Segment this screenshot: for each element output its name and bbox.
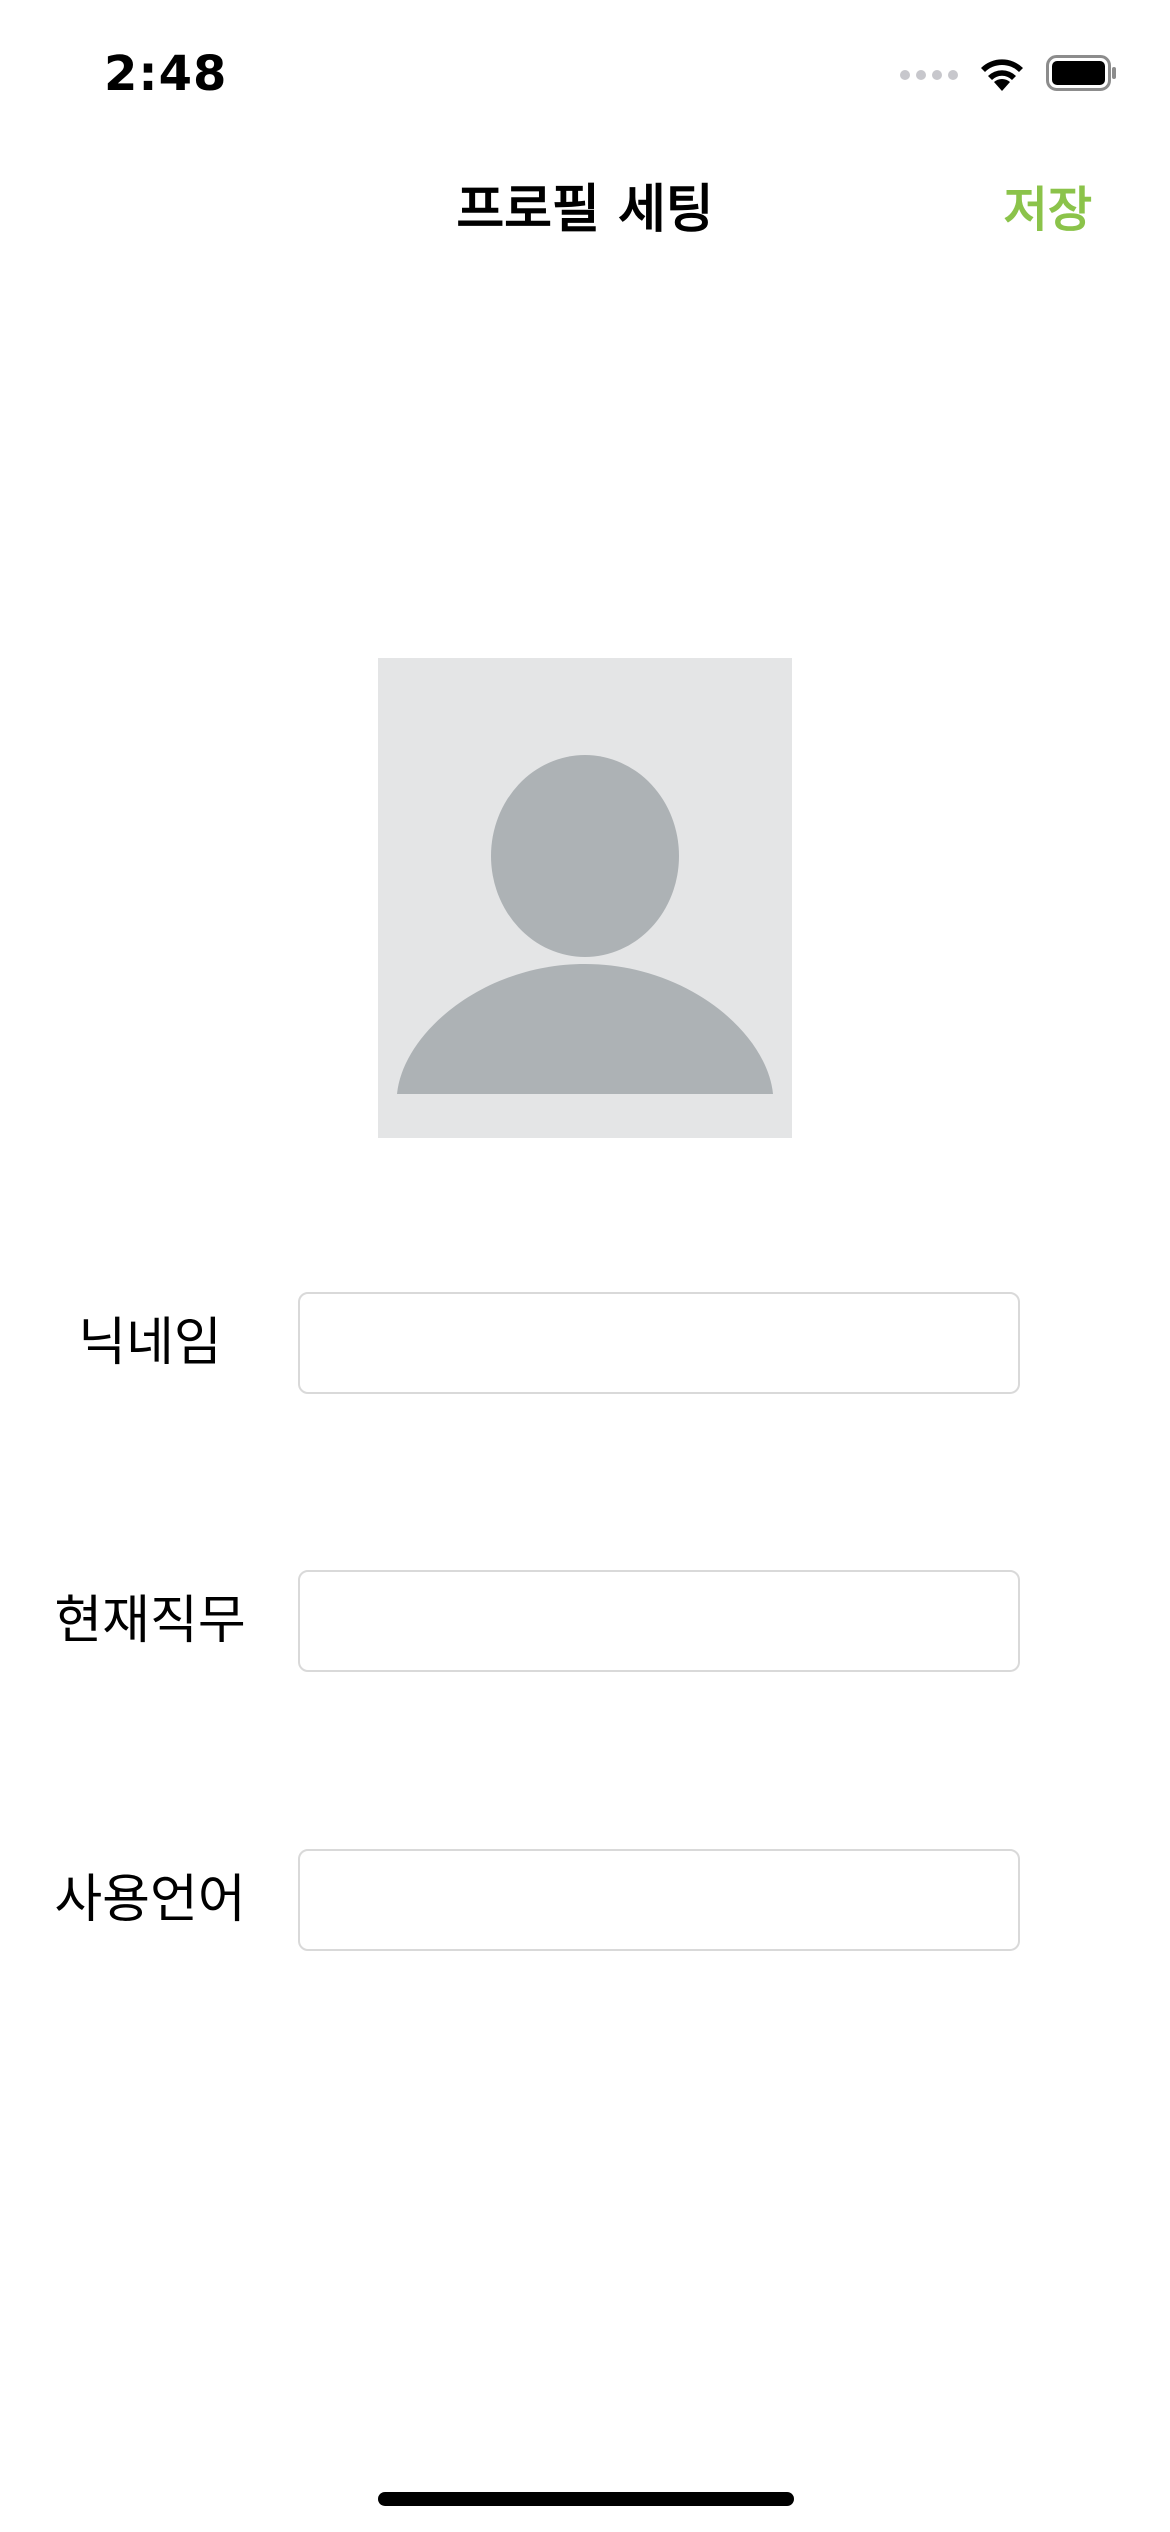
nickname-label: 닉네임 [78,1313,222,1373]
language-input[interactable] [298,1849,1020,1951]
status-indicators [900,52,1118,98]
current-job-label: 현재직무 [54,1591,246,1651]
battery-icon [1046,55,1118,95]
save-button[interactable]: 저장 [1004,172,1092,248]
status-time: 2:48 [104,46,228,102]
cellular-signal-icon [900,70,958,80]
nickname-input[interactable] [298,1292,1020,1394]
wifi-icon [976,53,1028,97]
current-job-input[interactable] [298,1570,1020,1672]
language-row: 사용언어 [0,1849,1170,1951]
home-indicator[interactable] [378,2492,794,2506]
current-job-row: 현재직무 [0,1570,1170,1672]
person-placeholder-icon [397,755,773,1094]
nickname-row: 닉네임 [0,1292,1170,1394]
language-label: 사용언어 [54,1870,246,1930]
profile-image[interactable] [378,658,792,1138]
page-title: 프로필 세팅 [456,180,714,240]
